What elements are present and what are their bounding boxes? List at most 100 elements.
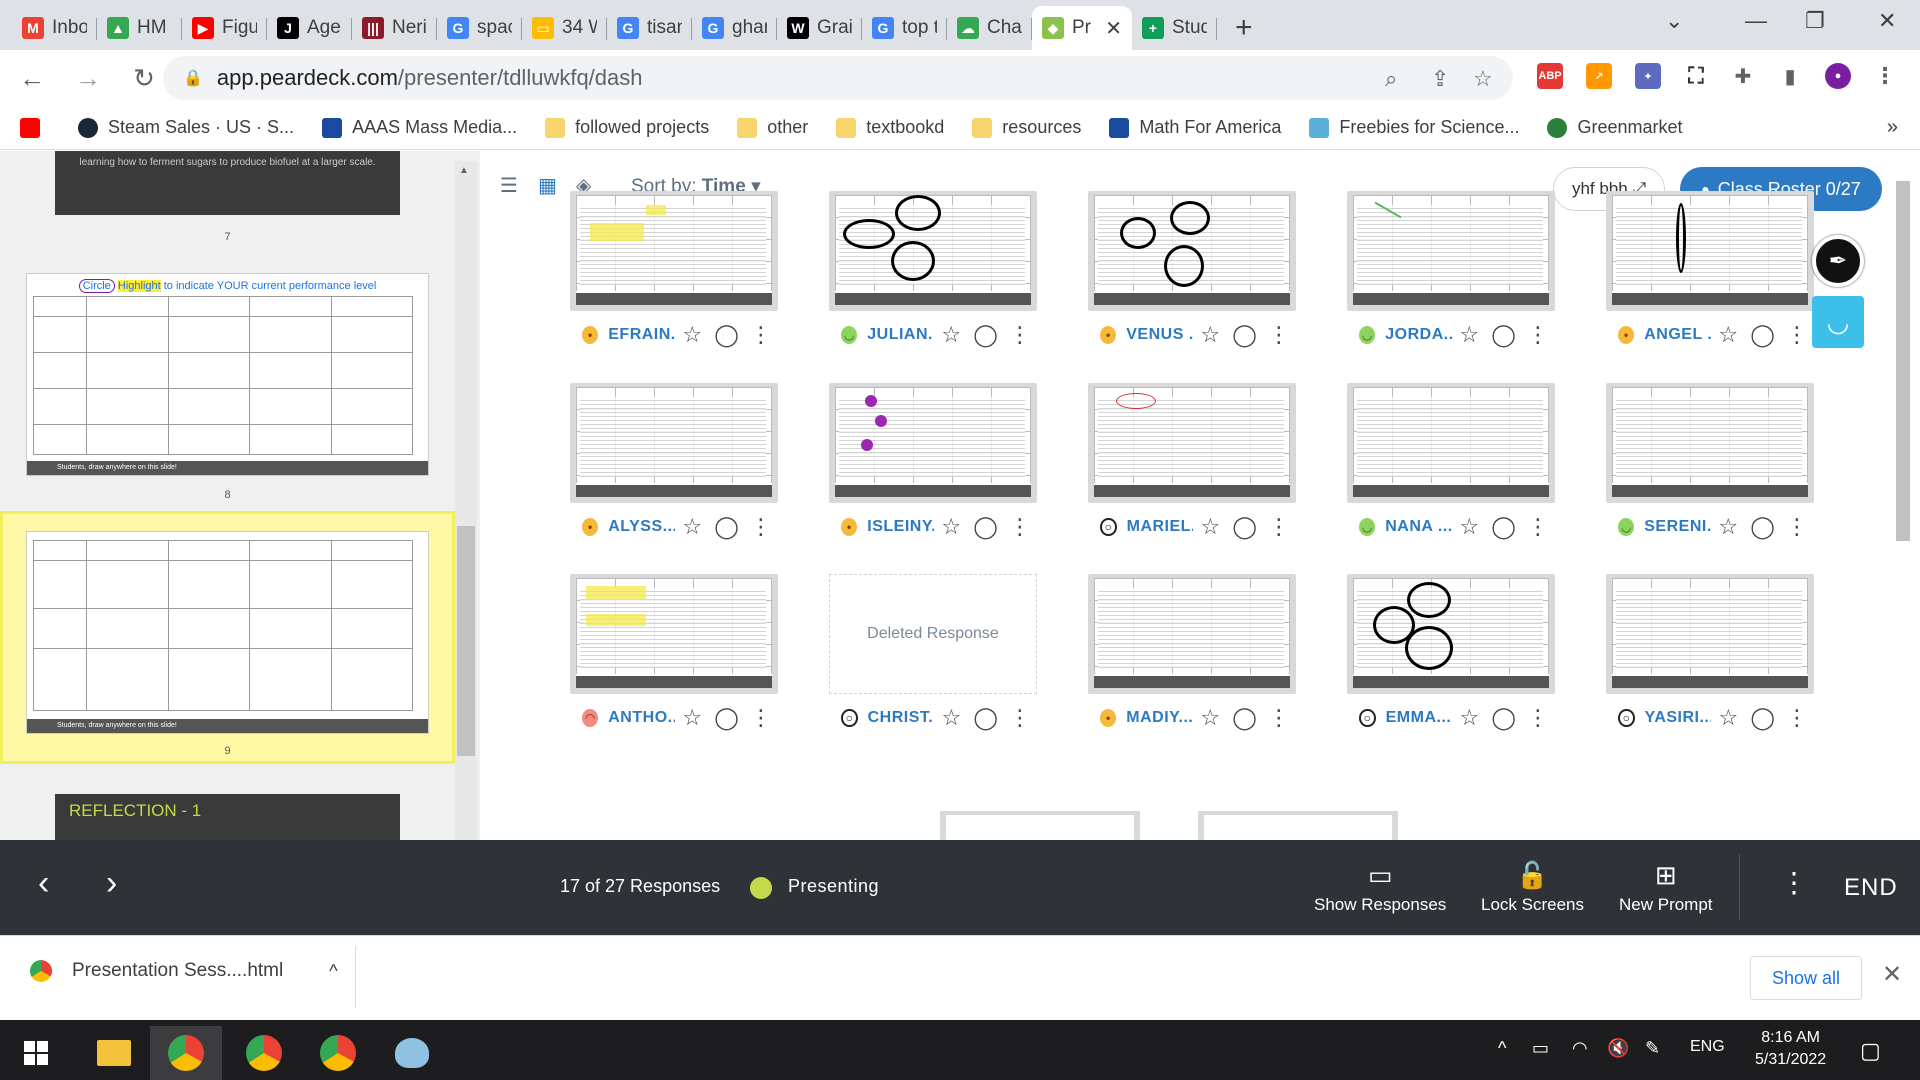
close-window-icon[interactable]: ✕ [1878,8,1896,34]
browser-tab[interactable]: Gspace [437,6,522,50]
response-card[interactable]: • ANGEL ...☆◯⋮ [1606,191,1814,359]
response-thumbnail[interactable] [1606,191,1814,311]
comment-icon[interactable]: ◯ [1228,514,1262,540]
notifications-icon[interactable]: ▢ [1860,1038,1881,1064]
student-name[interactable]: NANA ... [1385,518,1452,536]
student-name[interactable]: VENUS ... [1126,326,1193,344]
scroll-up-arrow[interactable]: ▲ [459,165,469,176]
wifi-icon[interactable]: ◠ [1572,1038,1588,1059]
download-item[interactable]: Presentation Sess....html ^ [30,960,338,982]
comment-icon[interactable]: ◯ [1227,705,1261,731]
response-card[interactable]: • ALYSS... ☆ ◯ ⋮ [570,383,778,551]
response-thumbnail[interactable] [1606,574,1814,694]
student-name[interactable]: ALYSS... [608,518,675,536]
more-options-icon[interactable]: ⋮ [1780,322,1814,348]
bookmark-item[interactable]: textbookd [836,117,944,138]
student-name[interactable]: EMMA... [1386,709,1453,727]
comment-icon[interactable]: ◯ [1227,322,1261,348]
show-all-button[interactable]: Show all [1750,956,1862,1000]
adblock-icon[interactable]: ABP [1537,63,1563,89]
browser-tab[interactable]: Gtisane [607,6,692,50]
slide-7-thumbnail[interactable]: learning how to ferment sugars to produc… [55,151,400,215]
browser-tab[interactable]: ||| Neri C [352,6,437,50]
response-card[interactable]: • EFRAIN...☆◯⋮ [570,191,778,359]
browser-tab[interactable]: M Inbox [12,6,97,50]
battery-icon[interactable]: ▭ [1532,1038,1549,1059]
star-icon[interactable]: ☆ [1193,322,1227,348]
star-icon[interactable]: ☆ [934,705,968,731]
more-options-icon[interactable]: ⋮ [1521,514,1555,540]
star-icon[interactable]: ☆ [675,705,709,731]
browser-menu-icon[interactable]: ⋮ [1872,63,1898,89]
response-card[interactable]: Deleted Response ○ CHRIST...☆◯⋮ [829,574,1037,742]
star-icon[interactable]: ☆ [1452,705,1486,731]
star-icon[interactable]: ☆ [1711,514,1745,540]
response-card[interactable]: ◡ JULIAN...☆◯⋮ [829,191,1037,359]
new-prompt-button[interactable]: ⊞ New Prompt [1619,860,1713,915]
browser-tab[interactable]: Gghana [692,6,777,50]
more-options-icon[interactable]: ⋮ [1003,514,1037,540]
zoom-icon[interactable]: ⌕ [1385,66,1397,92]
response-thumbnail[interactable] [1088,574,1296,694]
comment-icon[interactable]: ◯ [709,705,743,731]
comment-icon[interactable]: ◯ [1486,322,1520,348]
response-thumbnail[interactable] [829,383,1037,503]
response-card[interactable]: ◡ JORDA... ☆ ◯ ⋮ [1347,191,1555,359]
response-thumbnail[interactable] [570,574,778,694]
minimize-icon[interactable]: — [1745,8,1767,34]
slide-9-thumbnail[interactable]: Students, draw anywhere on this slide! [26,531,429,734]
student-name[interactable]: JORDA... [1385,326,1452,344]
response-card-partial[interactable] [940,811,1140,840]
bookmark-item[interactable]: Freebies for Science... [1309,117,1519,138]
browser-tab[interactable]: ☁ Chart [947,6,1032,50]
comment-icon[interactable]: ◯ [709,514,743,540]
reload-icon[interactable]: ↻ [120,63,168,94]
response-card[interactable]: ○ MARIEL...☆◯⋮ [1088,383,1296,551]
chrome-profile-3-icon[interactable] [302,1026,374,1080]
browser-tab[interactable]: + Stude [1132,6,1217,50]
response-card[interactable]: ◠ ANTHO... ☆ ◯ ⋮ [570,574,778,742]
clock[interactable]: 8:16 AM 5/31/2022 [1755,1027,1826,1071]
browser-tab[interactable]: W Grains [777,6,862,50]
chrome-profile-2-icon[interactable] [228,1026,300,1080]
comment-icon[interactable]: ◯ [968,514,1002,540]
browser-tab[interactable]: ▶ Figure [182,6,267,50]
more-options-icon[interactable]: ⋮ [744,322,778,348]
browser-tab[interactable]: ◆ Pr ✕ [1032,6,1132,50]
more-options-icon[interactable]: ⋮ [1262,322,1296,348]
slide-8-thumbnail[interactable]: Circle Highlight to indicate YOUR curren… [26,273,429,476]
student-name[interactable]: JULIAN... [867,326,934,344]
slides-scrollbar[interactable]: ▲ [455,161,477,840]
more-options-icon[interactable]: ⋮ [1780,514,1814,540]
grid-view-icon[interactable]: ▦ [538,173,557,198]
list-view-icon[interactable]: ☰ [500,173,518,198]
lock-screens-button[interactable]: 🔓 Lock Screens [1481,860,1584,915]
response-card-partial[interactable] [1198,811,1398,840]
more-options-icon[interactable]: ⋮ [744,705,778,731]
previous-slide-icon[interactable]: ‹ [38,864,49,903]
star-icon[interactable]: ☆ [675,514,709,540]
response-card[interactable]: ◡ SERENI...☆◯⋮ [1606,383,1814,551]
close-tab-icon[interactable]: ✕ [1105,16,1122,41]
student-name[interactable]: SERENI... [1644,518,1711,536]
bookmark-item[interactable]: Steam Sales · US · S... [78,117,294,138]
share-icon[interactable]: ⇪ [1431,66,1449,92]
response-thumbnail[interactable] [1606,383,1814,503]
star-icon[interactable]: ☆ [934,322,968,348]
student-name[interactable]: ANGEL ... [1644,326,1711,344]
student-name[interactable]: EFRAIN... [608,326,675,344]
tab-search-icon[interactable]: ⌄ [1665,8,1683,34]
response-card[interactable]: ◡ NANA ... ☆ ◯ ⋮ [1347,383,1555,551]
close-icon[interactable]: ✕ [1882,960,1902,989]
pen-tool-button[interactable]: ✒ [1812,235,1864,287]
star-icon[interactable]: ☆ [1711,705,1745,731]
language-indicator[interactable]: ENG [1690,1038,1725,1056]
comment-icon[interactable]: ◯ [1745,514,1779,540]
restore-icon[interactable]: ❐ [1805,8,1825,34]
comment-icon[interactable]: ◯ [969,705,1003,731]
response-thumbnail[interactable] [570,191,778,311]
star-icon[interactable]: ☆ [1452,322,1486,348]
student-name[interactable]: CHRIST... [868,709,935,727]
response-card[interactable]: • MADIY... ☆ ◯ ⋮ [1088,574,1296,742]
response-card[interactable]: • VENUS ...☆◯⋮ [1088,191,1296,359]
